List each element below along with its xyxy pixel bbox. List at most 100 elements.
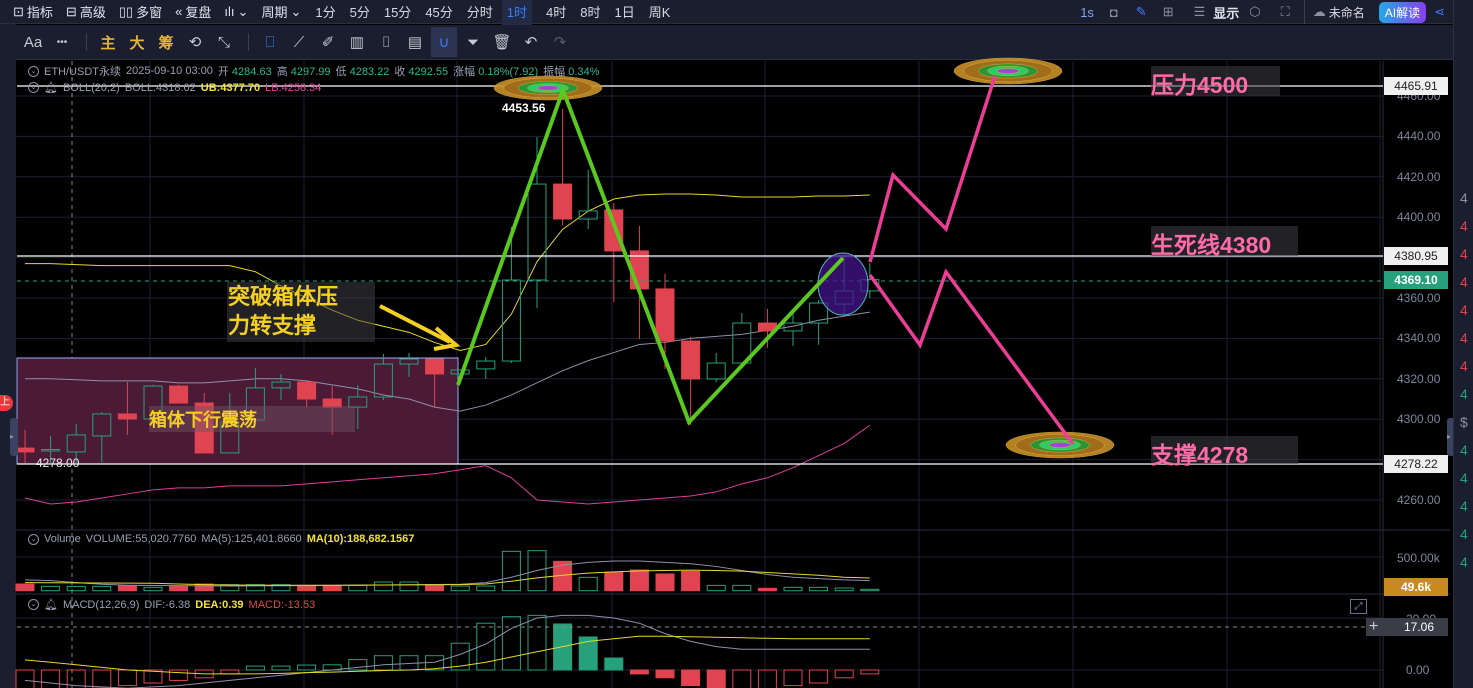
price-axis-label: 4300.00: [1397, 412, 1441, 427]
resistance-annotation[interactable]: 压力4500: [1151, 66, 1280, 98]
plus-icon[interactable]: +: [1369, 618, 1378, 636]
expand-pane-icon[interactable]: ⤢: [1350, 599, 1367, 614]
annotation-arrow[interactable]: [379, 304, 451, 344]
macd-bar: [15, 669, 35, 688]
macd-bar: [860, 669, 880, 675]
support-annotation[interactable]: 支撑4278: [1151, 436, 1298, 468]
high-price-label: 4453.56: [502, 101, 546, 115]
volume-ma10-line: [24, 569, 870, 586]
candle-up: [527, 183, 547, 281]
volume-bar: [732, 584, 752, 592]
sidebar-fragment: 4: [1460, 554, 1468, 570]
macd-bar: [706, 669, 726, 688]
volume-bar: [809, 586, 829, 592]
lifeline-annotation[interactable]: 生死线4380: [1151, 226, 1298, 258]
candle-up: [706, 362, 726, 380]
macd-bar: [169, 669, 189, 681]
box-annotation[interactable]: 箱体下行震荡: [149, 406, 355, 432]
sidebar-fragment: 4: [1460, 358, 1468, 374]
volume-bar: [604, 571, 624, 592]
volume-bar: [425, 584, 445, 592]
macd-bar: [92, 669, 112, 688]
candle-down: [655, 288, 675, 342]
macd-legend: ⌄ 🔔︎ MACD(12,26,9) DIF:-6.38 DEA:0.39 MACD:…: [28, 598, 315, 611]
volume-bar: [578, 576, 598, 592]
candle-up: [476, 360, 496, 370]
macd-bar: [220, 669, 240, 675]
volume-ma5-line: [24, 560, 870, 587]
macd-bar: [809, 669, 829, 684]
macd-bar: [604, 657, 624, 671]
candle-down: [297, 381, 317, 400]
macd-bar: [757, 669, 777, 688]
target-marker-icon: [996, 68, 1020, 74]
volume-bar: [706, 584, 726, 592]
volume-bar: [169, 585, 189, 592]
sidebar-fragment: 4: [1460, 302, 1468, 318]
candle-down: [15, 447, 35, 453]
macd-histogram: [15, 614, 880, 688]
volume-bar: [834, 587, 854, 592]
volume-bar: [15, 583, 35, 592]
sidebar-fragment: 4: [1460, 246, 1468, 262]
target-marker-icon: [536, 85, 560, 91]
volume-tag: 49.6k: [1384, 578, 1448, 596]
macd-axis-label: 0.00: [1406, 663, 1430, 677]
price-axis-label: 4360.00: [1397, 291, 1441, 305]
candle-up: [501, 279, 521, 362]
right-sidebar: 4 4 4 4 4 4 4 4 $4 4 4 4 4: [1453, 0, 1473, 688]
macd-bar: [629, 669, 649, 675]
price-axis-label: 4440.00: [1397, 129, 1441, 144]
volume-bar: [322, 584, 342, 592]
volume-bar: [297, 584, 317, 592]
sidebar-fragment: 4: [1460, 274, 1468, 290]
sidebar-fragment: 4: [1460, 218, 1468, 234]
macd-bar: [41, 669, 61, 688]
support-price-tag: 4278.22: [1384, 455, 1448, 473]
volume-bar: [373, 581, 393, 592]
current-price-tag: 4369.10: [1384, 271, 1448, 289]
volume-bar: [476, 585, 496, 592]
sidebar-fragment: 4: [1460, 470, 1468, 486]
macd-bar: [527, 614, 547, 671]
candle-down: [681, 340, 701, 380]
sidebar-fragment: 4: [1460, 526, 1468, 542]
highlight-ellipse[interactable]: [817, 252, 869, 316]
sidebar-fragment: 4: [1460, 190, 1468, 206]
box-low-label: 4278.00: [36, 456, 80, 470]
macd-bar: [117, 669, 137, 687]
bell-icon[interactable]: 🔔︎: [44, 81, 58, 94]
bullish-projection-line[interactable]: [868, 75, 997, 263]
volume-bar: [143, 586, 163, 592]
candle-up: [578, 210, 598, 220]
macd-bar: [245, 665, 265, 671]
collapse-icon[interactable]: ⌄: [28, 65, 39, 77]
volume-legend: ⌄ Volume VOLUME:55,020.7760 MA(5):125,401…: [28, 533, 414, 545]
sidebar-fragment: 4: [1460, 498, 1468, 514]
macd-bar: [681, 669, 701, 687]
sidebar-fragment: $: [1460, 414, 1468, 430]
candle-down: [117, 413, 137, 420]
price-axis-label: 4340.00: [1397, 331, 1441, 346]
volume-bar: [41, 585, 61, 592]
price-axis-label: 4320.00: [1397, 371, 1441, 386]
volume-bar: [629, 569, 649, 592]
target-marker-icon: [1048, 442, 1072, 448]
expand-left-handle[interactable]: ▸: [10, 418, 18, 456]
bell-icon[interactable]: 🔔︎: [44, 598, 58, 611]
candle-down: [169, 385, 189, 404]
dea-line: [24, 635, 870, 675]
macd-bar: [271, 665, 291, 671]
collapse-icon[interactable]: ⌄: [28, 533, 39, 545]
price-axis-label: 4260.00: [1397, 493, 1441, 507]
sidebar-fragment: 4: [1460, 330, 1468, 346]
collapse-icon[interactable]: ⌄: [28, 82, 39, 93]
ohlc-legend: ⌄ ETH/USDT永续 2025-09-10 03:00 开 4284.63 高…: [28, 63, 599, 79]
volume-bar: [783, 586, 803, 592]
breakout-annotation[interactable]: 突破箱体压 力转支撑: [227, 282, 375, 342]
dif-line: [24, 614, 870, 688]
collapse-icon[interactable]: ⌄: [28, 599, 39, 610]
lifeline-price-tag: 4380.95: [1384, 247, 1448, 265]
chart-canvas[interactable]: [0, 0, 1453, 688]
macd-bar: [783, 669, 803, 687]
